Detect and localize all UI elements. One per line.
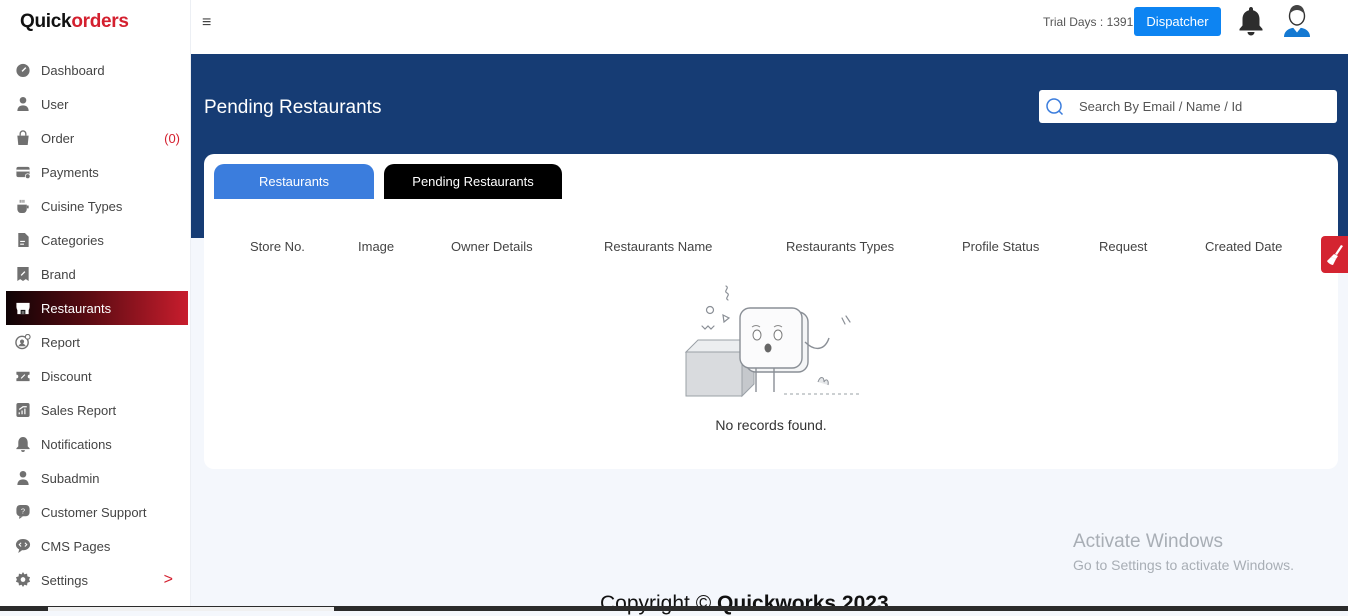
sidebar-item-dashboard[interactable]: Dashboard [0,53,191,87]
activate-windows-subtitle: Go to Settings to activate Windows. [1073,557,1294,573]
sidebar-item-subadmin[interactable]: Subadmin [0,461,191,495]
bell-icon[interactable] [1237,5,1265,37]
sidebar-item-brand[interactable]: Brand [0,257,191,291]
sidebar-item-label: Subadmin [41,470,100,486]
sidebar-item-categories[interactable]: Categories [0,223,191,257]
dispatcher-button[interactable]: Dispatcher [1134,7,1221,36]
code-chat-icon [14,538,31,555]
sidebar-item-label: Payments [41,164,99,180]
copyright-prefix: Copyright © [600,592,718,615]
sidebar-item-label: Notifications [41,436,112,452]
activate-windows-title: Activate Windows [1073,531,1223,552]
logo-text-orders: orders [71,11,129,32]
svg-text:?: ? [20,506,24,515]
column-header-owner-details[interactable]: Owner Details [451,239,533,254]
quickorders-logo[interactable]: Quickorders [20,11,129,33]
search-icon [1046,97,1064,115]
help-chat-icon: ? [14,504,31,521]
paint-brush-icon [1326,244,1343,265]
sidebar-item-label: CMS Pages [41,538,111,554]
sidebar-item-discount[interactable]: Discount [0,359,191,393]
copyright-footer: Copyright © Quickworks 2023 [600,592,889,616]
sidebar-item-sales-report[interactable]: Sales Report [0,393,191,427]
sidebar-item-cms-pages[interactable]: CMS Pages [0,529,191,563]
sidebar-item-customer-support[interactable]: ? Customer Support [0,495,191,529]
brand-tag-icon [14,266,31,283]
column-header-request[interactable]: Request [1099,239,1147,254]
restaurants-card: Restaurants Pending Restaurants Store No… [204,154,1338,469]
sidebar-item-label: Cuisine Types [41,198,123,214]
user-avatar-icon[interactable] [1282,3,1312,39]
search-input[interactable] [1079,99,1319,114]
bell-icon [14,436,31,453]
copyright-company: Quickworks 2023 [717,592,889,615]
sidebar-item-label: Report [41,334,81,350]
user-icon [14,470,31,487]
sidebar-item-order[interactable]: Order (0) [0,121,191,155]
report-user-icon [14,334,31,351]
tab-pending-restaurants[interactable]: Pending Restaurants [384,164,562,199]
column-header-image[interactable]: Image [358,239,394,254]
chart-icon [14,402,31,419]
sidebar-item-cuisine-types[interactable]: Cuisine Types [0,189,191,223]
logo-text-quick: Quick [20,11,72,32]
tab-restaurants[interactable]: Restaurants [214,164,374,199]
dashboard-icon [14,62,31,79]
sidebar-item-label: Customer Support [41,504,147,520]
hamburger-icon[interactable]: ≡ [202,14,211,32]
gear-icon [14,572,31,589]
order-count-badge: (0) [164,130,180,146]
sidebar-item-label: Brand [41,266,76,282]
document-icon [14,232,31,249]
column-header-restaurants-name[interactable]: Restaurants Name [604,239,712,254]
column-header-created-date[interactable]: Created Date [1205,239,1282,254]
trial-days-text: Trial Days : 1391 [1043,15,1134,29]
scrollbar-thumb[interactable] [48,607,334,611]
sidebar: Quickorders Dashboard User Order (0) Payment… [0,0,191,606]
column-header-restaurants-types[interactable]: Restaurants Types [786,239,894,254]
cup-icon [14,198,31,215]
top-bar: ≡ Trial Days : 1391 Dispatcher [191,0,1348,54]
sidebar-item-user[interactable]: User [0,87,191,121]
shopping-bag-icon [14,130,31,147]
sidebar-item-label: Order [41,130,75,146]
discount-ticket-icon [14,368,31,385]
sidebar-item-label: Sales Report [41,402,117,418]
sidebar-item-label: Discount [41,368,92,384]
sidebar-item-label: User [41,96,69,112]
sidebar-item-label: Dashboard [41,62,105,78]
store-icon [14,300,31,317]
chevron-right-icon[interactable]: > [164,571,173,589]
sidebar-item-report[interactable]: Report [0,325,191,359]
search-box[interactable] [1039,90,1337,123]
sidebar-item-label: Settings [41,572,88,588]
sidebar-item-restaurants[interactable]: Restaurants [6,291,188,325]
user-icon [14,96,31,113]
cache-clear-button[interactable] [1321,236,1348,273]
sidebar-item-label: Restaurants [41,300,112,316]
sidebar-item-notifications[interactable]: Notifications [0,427,191,461]
payment-card-icon [14,164,31,181]
horizontal-scrollbar[interactable] [0,606,1348,611]
no-records-message: No records found. [715,417,827,433]
page-title: Pending Restaurants [204,97,382,118]
empty-state-illustration [684,285,859,398]
sidebar-nav: Dashboard User Order (0) Payments Cuisine Typ… [0,53,191,597]
sidebar-item-settings[interactable]: Settings > [0,563,191,597]
table-header: Store No. Image Owner Details Restaurant… [204,239,1338,255]
sidebar-item-label: Categories [41,232,104,248]
column-header-store-no[interactable]: Store No. [250,239,305,254]
sidebar-item-payments[interactable]: Payments [0,155,191,189]
column-header-profile-status[interactable]: Profile Status [962,239,1039,254]
